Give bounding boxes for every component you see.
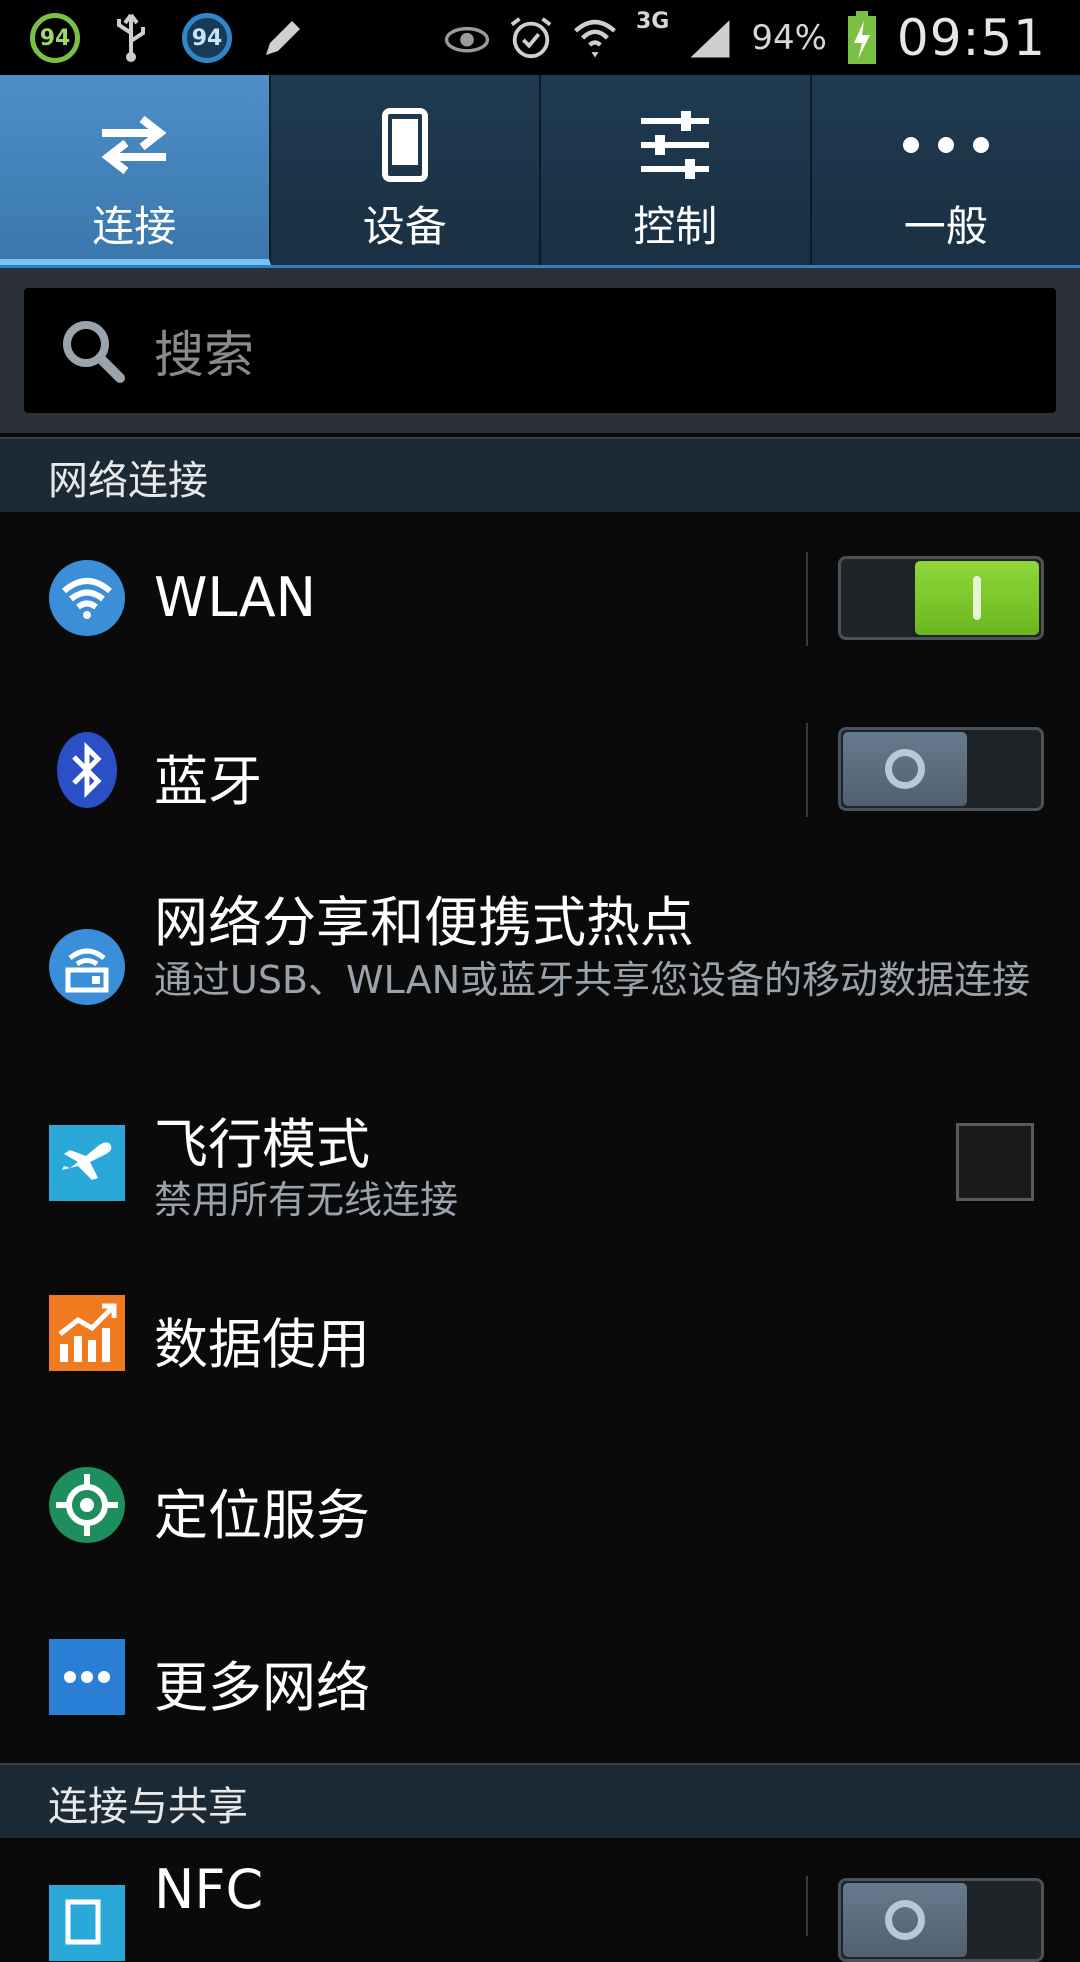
location-icon bbox=[48, 1466, 126, 1544]
item-title: 网络分享和便携式热点 bbox=[154, 878, 694, 957]
list-item-wlan[interactable]: WLAN bbox=[0, 512, 1080, 687]
data-usage-icon bbox=[48, 1294, 126, 1372]
bluetooth-icon bbox=[48, 731, 126, 809]
list-item-airplane-mode[interactable]: 飞行模式 禁用所有无线连接 bbox=[0, 1076, 1080, 1250]
section-header-network: 网络连接 bbox=[0, 437, 1080, 514]
list-item-bluetooth[interactable]: 蓝牙 bbox=[0, 685, 1080, 858]
list-item-location-services[interactable]: 定位服务 bbox=[0, 1419, 1080, 1593]
item-title: 更多网络 bbox=[154, 1643, 370, 1722]
tab-connections[interactable]: 连接 bbox=[0, 75, 271, 265]
item-title: NFC bbox=[154, 1858, 263, 1921]
list-item-tethering-hotspot[interactable]: 网络分享和便携式热点 通过USB、WLAN或蓝牙共享您设备的移动数据连接 bbox=[0, 856, 1080, 1078]
notification-badge-icon: 94 bbox=[30, 13, 80, 63]
phone-device-icon bbox=[381, 105, 429, 185]
tab-device[interactable]: 设备 bbox=[271, 75, 542, 265]
airplane-mode-checkbox[interactable] bbox=[956, 1123, 1034, 1201]
swap-arrows-icon bbox=[94, 105, 174, 185]
tab-general[interactable]: 一般 bbox=[812, 75, 1080, 265]
hotspot-icon bbox=[48, 928, 126, 1006]
network-type-label: 3G bbox=[636, 9, 669, 34]
airplane-icon bbox=[48, 1124, 126, 1202]
clock: 09:51 bbox=[897, 9, 1046, 67]
settings-tab-bar: 连接 设备 控制 一般 bbox=[0, 75, 1080, 268]
list-item-data-usage[interactable]: 数据使用 bbox=[0, 1248, 1080, 1421]
item-title: 飞行模式 bbox=[154, 1100, 370, 1179]
section-header-connect-share: 连接与共享 bbox=[0, 1763, 1080, 1840]
tab-label: 设备 bbox=[363, 193, 447, 254]
tab-label: 一般 bbox=[904, 193, 988, 254]
bluetooth-toggle[interactable] bbox=[838, 727, 1044, 811]
cell-signal-icon bbox=[687, 15, 733, 61]
search-placeholder: 搜索 bbox=[154, 315, 254, 387]
usb-icon bbox=[108, 15, 154, 61]
wifi-signal-icon bbox=[572, 15, 618, 61]
item-subtitle: 禁用所有无线连接 bbox=[154, 1176, 1034, 1224]
notification-badge-icon: 94 bbox=[182, 13, 232, 63]
battery-percent: 94% bbox=[751, 18, 827, 58]
section-title: 连接与共享 bbox=[48, 1774, 248, 1832]
tab-label: 控制 bbox=[633, 193, 717, 254]
badge-value: 94 bbox=[192, 26, 223, 51]
item-title: 数据使用 bbox=[154, 1300, 370, 1379]
list-item-nfc[interactable]: NFC bbox=[0, 1838, 1080, 1920]
search-input[interactable]: 搜索 bbox=[24, 288, 1056, 413]
nfc-icon bbox=[48, 1884, 126, 1962]
divider bbox=[806, 1876, 808, 1936]
item-title: WLAN bbox=[154, 566, 316, 629]
divider bbox=[806, 723, 808, 817]
tab-controls[interactable]: 控制 bbox=[541, 75, 812, 265]
item-subtitle: 通过USB、WLAN或蓝牙共享您设备的移动数据连接 bbox=[154, 956, 1034, 1004]
divider bbox=[806, 552, 808, 646]
more-networks-icon bbox=[48, 1638, 126, 1716]
battery-charging-icon bbox=[845, 15, 879, 61]
toggle-knob bbox=[843, 732, 967, 806]
sliders-icon bbox=[637, 105, 713, 185]
search-icon bbox=[58, 316, 128, 386]
pencil-icon bbox=[260, 15, 306, 61]
status-bar: 94 94 3G 94% 09:51 bbox=[0, 0, 1080, 75]
search-area: 搜索 bbox=[0, 268, 1080, 433]
nfc-toggle[interactable] bbox=[838, 1878, 1044, 1962]
item-title: 定位服务 bbox=[154, 1471, 370, 1550]
list-item-more-networks[interactable]: 更多网络 bbox=[0, 1591, 1080, 1763]
wlan-toggle[interactable] bbox=[838, 556, 1044, 640]
badge-value: 94 bbox=[40, 26, 71, 51]
toggle-knob bbox=[843, 1883, 967, 1957]
section-title: 网络连接 bbox=[48, 448, 208, 506]
eye-icon bbox=[444, 15, 490, 61]
wifi-icon bbox=[48, 559, 126, 637]
more-dots-icon bbox=[901, 105, 991, 185]
item-title: 蓝牙 bbox=[154, 737, 262, 816]
tab-label: 连接 bbox=[92, 193, 176, 254]
toggle-knob bbox=[915, 561, 1039, 635]
alarm-icon bbox=[508, 15, 554, 61]
